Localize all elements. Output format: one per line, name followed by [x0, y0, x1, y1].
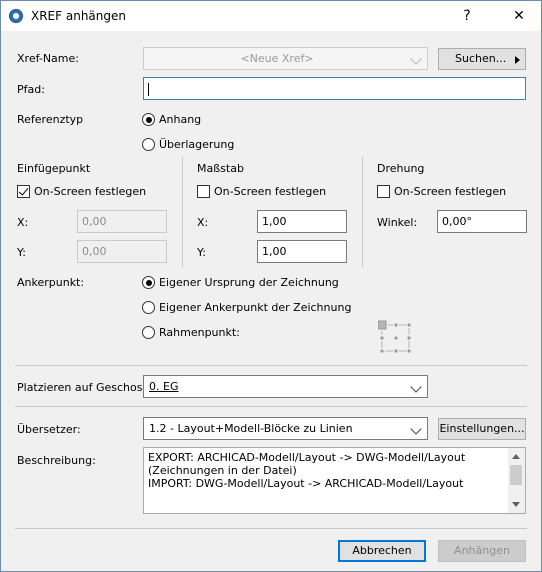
angle-label: Winkel:	[377, 216, 418, 229]
angle-field[interactable]: 0,00°	[437, 210, 527, 233]
story-value: 0. EG	[149, 380, 179, 393]
insertion-point-heading: Einfügepunkt	[17, 162, 91, 175]
radio-drawing-anchor-label[interactable]: Eigener Ankerpunkt der Zeichnung	[159, 301, 351, 314]
path-label: Pfad:	[17, 83, 45, 96]
description-textarea[interactable]: EXPORT: ARCHICAD-Modell/Layout -> DWG-Mo…	[143, 447, 526, 514]
radio-overlay[interactable]	[142, 138, 155, 151]
anchor-point-grid[interactable]	[377, 320, 414, 356]
rotation-on-screen-checkbox[interactable]	[377, 185, 390, 198]
reference-type-label: Referenztyp	[17, 113, 84, 126]
chevron-down-icon	[410, 381, 422, 393]
xref-attach-dialog: XREF anhängen ? ✕ Xref-Name: <Neue Xref>…	[0, 0, 542, 572]
scale-on-screen-label[interactable]: On-Screen festlegen	[214, 185, 326, 198]
xref-name-dropdown: <Neue Xref>	[143, 47, 428, 70]
anchor-grid-icon	[377, 320, 411, 353]
section-divider	[15, 365, 527, 366]
rotation-on-screen-label[interactable]: On-Screen festlegen	[394, 185, 506, 198]
anchor-point-label: Ankerpunkt:	[17, 276, 85, 289]
radio-drawing-anchor[interactable]	[142, 301, 155, 314]
xref-name-label: Xref-Name:	[17, 52, 79, 65]
story-dropdown[interactable]: 0. EG	[143, 375, 428, 398]
archicad-app-icon	[9, 9, 23, 23]
xref-name-value: <Neue Xref>	[240, 52, 314, 65]
translator-label: Übersetzer:	[17, 423, 81, 436]
description-line: EXPORT: ARCHICAD-Modell/Layout -> DWG-Mo…	[148, 451, 466, 464]
column-divider	[362, 157, 363, 267]
scroll-up-icon[interactable]	[512, 454, 520, 459]
scale-heading: Maßstab	[197, 162, 244, 175]
description-label: Beschreibung:	[17, 454, 96, 467]
insertion-y-label: Y:	[17, 246, 26, 259]
description-line: IMPORT: DWG-Modell/Layout -> ARCHICAD-Mo…	[148, 477, 464, 490]
search-button[interactable]: Suchen...	[438, 48, 526, 70]
radio-overlay-label[interactable]: Überlagerung	[159, 138, 234, 151]
description-line: (Zeichnungen in der Datei)	[148, 464, 297, 477]
translator-dropdown[interactable]: 1.2 - Layout+Modell-Blöcke zu Linien	[143, 417, 428, 440]
scroll-down-icon[interactable]	[512, 502, 520, 507]
scale-y-field[interactable]: 1,00	[257, 240, 347, 263]
column-divider	[182, 157, 183, 267]
description-scrollbar[interactable]	[508, 448, 525, 513]
story-label: Platzieren auf Geschoss	[17, 381, 149, 394]
radio-attach[interactable]	[142, 113, 155, 126]
scale-x-field[interactable]: 1,00	[257, 210, 347, 233]
window-title: XREF anhängen	[31, 9, 126, 23]
search-button-label: Suchen...	[455, 52, 507, 65]
cancel-button[interactable]: Abbrechen	[338, 540, 426, 562]
attach-button[interactable]: Anhängen	[438, 540, 526, 562]
radio-frame-point[interactable]	[142, 326, 155, 339]
close-icon[interactable]: ✕	[505, 6, 533, 26]
path-input[interactable]	[143, 77, 526, 100]
rotation-heading: Drehung	[377, 162, 425, 175]
chevron-down-icon	[410, 53, 422, 65]
scale-x-label: X:	[197, 216, 209, 229]
radio-drawing-origin[interactable]	[142, 276, 155, 289]
radio-frame-point-label[interactable]: Rahmenpunkt:	[159, 326, 240, 339]
insertion-y-field: 0,00	[77, 240, 167, 263]
translator-settings-button[interactable]: Einstellungen...	[438, 418, 526, 440]
scale-on-screen-checkbox[interactable]	[197, 185, 210, 198]
insertion-on-screen-checkbox[interactable]	[17, 185, 30, 198]
text-caret	[148, 82, 149, 96]
scroll-thumb[interactable]	[510, 465, 522, 485]
insertion-x-label: X:	[17, 216, 29, 229]
radio-drawing-origin-label[interactable]: Eigener Ursprung der Zeichnung	[159, 276, 339, 289]
title-bar[interactable]: XREF anhängen ? ✕	[1, 1, 541, 31]
section-divider	[15, 528, 527, 529]
translator-value: 1.2 - Layout+Modell-Blöcke zu Linien	[149, 422, 353, 435]
insertion-on-screen-label[interactable]: On-Screen festlegen	[34, 185, 146, 198]
triangle-right-icon	[515, 56, 520, 64]
section-divider	[15, 406, 527, 407]
help-button[interactable]: ?	[453, 6, 481, 26]
chevron-down-icon	[410, 423, 422, 435]
radio-attach-label[interactable]: Anhang	[159, 113, 201, 126]
scale-y-label: Y:	[197, 246, 206, 259]
insertion-x-field: 0,00	[77, 210, 167, 233]
